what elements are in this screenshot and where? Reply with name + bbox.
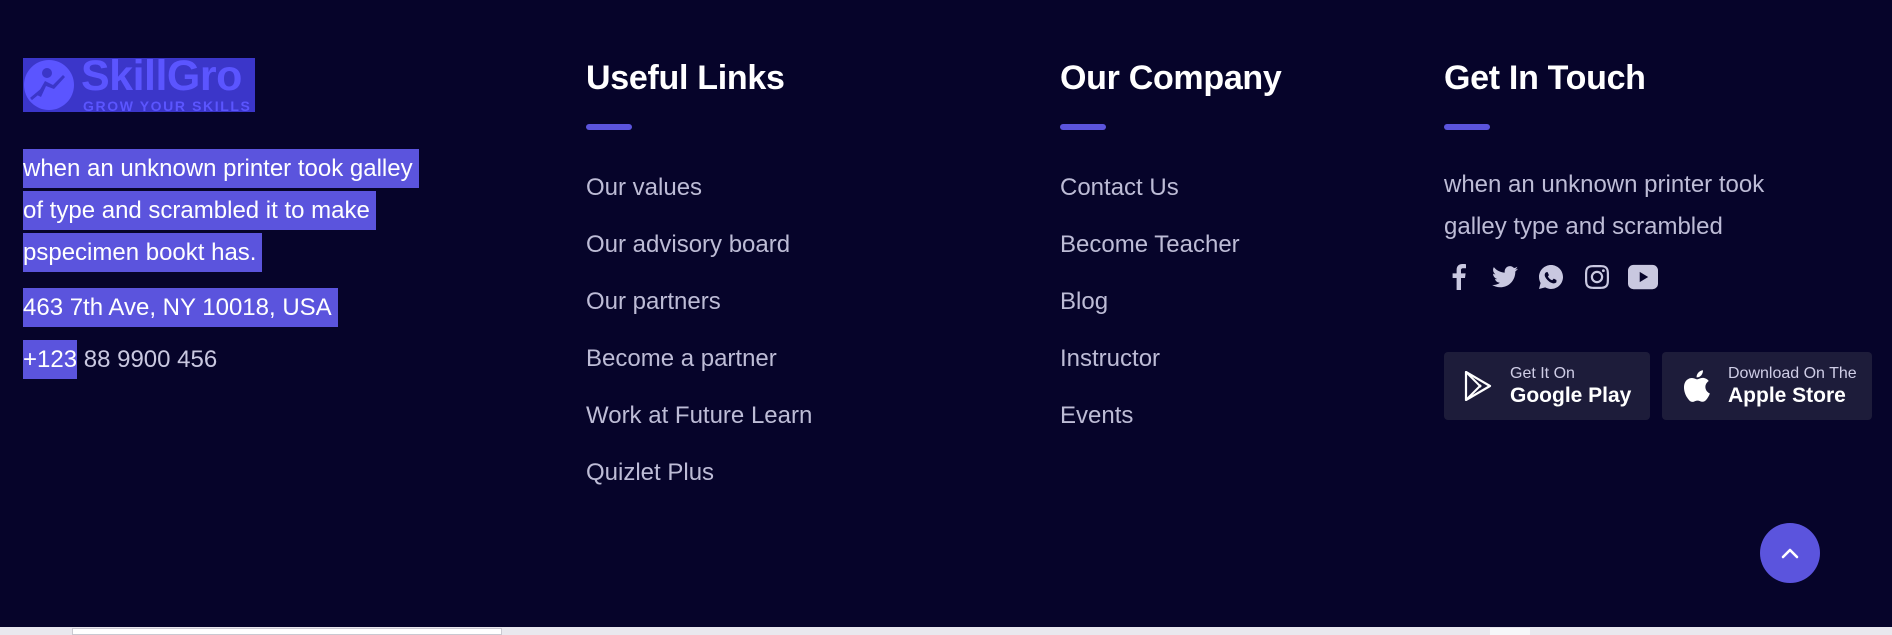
google-play-line1: Get It On	[1510, 364, 1575, 382]
logo-tagline: GROW YOUR SKILLS	[83, 98, 252, 114]
footer-our-company: Our Company Contact Us Become Teacher Bl…	[1060, 58, 1282, 459]
link-become-partner[interactable]: Become a partner	[586, 345, 812, 373]
about-line-2: of type and scrambled it to make	[23, 191, 376, 230]
link-quizlet-plus[interactable]: Quizlet Plus	[586, 459, 812, 487]
google-play-button[interactable]: Get It On Google Play	[1444, 352, 1650, 420]
app-store-buttons: Get It On Google Play Download On The Ap…	[1444, 352, 1884, 420]
google-play-icon	[1460, 368, 1496, 404]
touch-line-2: galley type and scrambled	[1444, 213, 1723, 240]
our-company-title: Our Company	[1060, 59, 1282, 97]
address-text: 463 7th Ave, NY 10018, USA	[23, 288, 338, 327]
footer-useful-links: Useful Links Our values Our advisory boa…	[586, 58, 812, 516]
apple-store-line1: Download On The	[1728, 364, 1857, 382]
horizontal-scrollbar[interactable]	[0, 627, 1892, 635]
phone-prefix: +123	[23, 340, 78, 379]
phone-number: 88 9900 456	[77, 346, 218, 373]
footer-get-in-touch: Get In Touch when an unknown printer too…	[1444, 58, 1884, 420]
link-our-partners[interactable]: Our partners	[586, 288, 812, 316]
logo-name: SkillGro	[81, 52, 242, 100]
logo[interactable]: SkillGro GROW YOUR SKILLS	[23, 52, 256, 114]
apple-store-line2: Apple Store	[1728, 384, 1846, 408]
useful-links-title: Useful Links	[586, 59, 785, 97]
apple-store-button[interactable]: Download On The Apple Store	[1662, 352, 1872, 420]
social-links	[1444, 262, 1884, 292]
chevron-up-icon	[1781, 548, 1799, 559]
get-in-touch-title: Get In Touch	[1444, 59, 1646, 97]
link-work-at-future-learn[interactable]: Work at Future Learn	[586, 402, 812, 430]
apple-icon	[1678, 368, 1714, 404]
scroll-to-top-button[interactable]	[1760, 523, 1820, 583]
link-blog[interactable]: Blog	[1060, 288, 1282, 316]
scrollbar-segment	[1490, 628, 1530, 635]
youtube-icon[interactable]	[1628, 262, 1658, 292]
heading-underline	[1060, 124, 1106, 130]
facebook-icon[interactable]	[1444, 262, 1474, 292]
whatsapp-icon[interactable]	[1536, 262, 1566, 292]
touch-line-1: when an unknown printer took	[1444, 171, 1765, 198]
phone[interactable]: +123 88 9900 456	[23, 340, 493, 380]
link-our-values[interactable]: Our values	[586, 174, 812, 202]
google-play-line2: Google Play	[1510, 384, 1632, 408]
twitter-icon[interactable]	[1490, 262, 1520, 292]
link-contact-us[interactable]: Contact Us	[1060, 174, 1282, 202]
scrollbar-thumb[interactable]	[72, 628, 502, 635]
link-instructor[interactable]: Instructor	[1060, 345, 1282, 373]
link-events[interactable]: Events	[1060, 402, 1282, 430]
about-line-3: pspecimen bookt has.	[23, 233, 263, 272]
about-line-1: when an unknown printer took galley	[23, 149, 419, 188]
site-footer: SkillGro GROW YOUR SKILLS when an unknow…	[0, 0, 1892, 627]
get-in-touch-text: when an unknown printer took galley type…	[1444, 164, 1844, 248]
address: 463 7th Ave, NY 10018, USA	[23, 288, 493, 328]
link-become-teacher[interactable]: Become Teacher	[1060, 231, 1282, 259]
heading-underline	[1444, 124, 1490, 130]
heading-underline	[586, 124, 632, 130]
about-description: when an unknown printer took galley of t…	[23, 148, 493, 274]
link-advisory-board[interactable]: Our advisory board	[586, 231, 812, 259]
footer-about: SkillGro GROW YOUR SKILLS when an unknow…	[23, 52, 493, 380]
instagram-icon[interactable]	[1582, 262, 1612, 292]
logo-mark-icon	[24, 60, 74, 110]
